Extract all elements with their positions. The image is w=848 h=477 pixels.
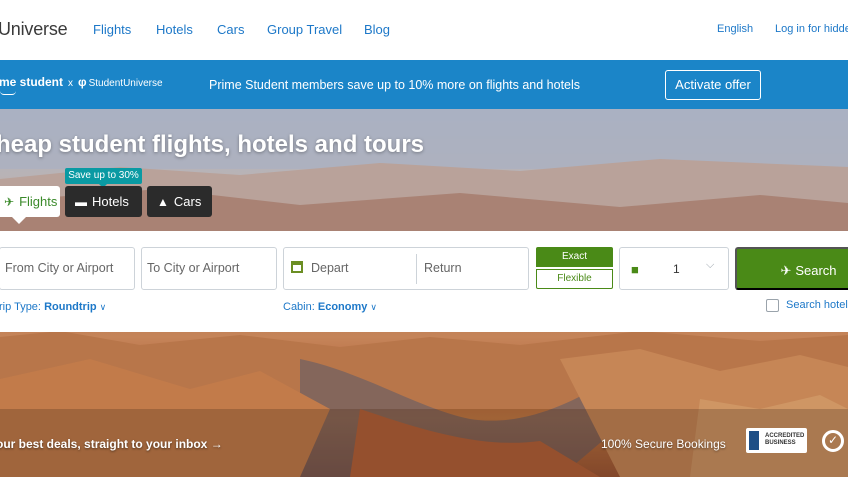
depart-input[interactable]: Depart — [311, 261, 349, 275]
search-button[interactable]: ✈ Search — [735, 247, 848, 290]
tab-flights-label: Flights — [19, 194, 58, 209]
deals-signup-link[interactable]: our best deals, straight to your inbox → — [0, 437, 223, 451]
nav-flights[interactable]: Flights — [93, 22, 131, 37]
prime-promo-banner: me student x φ StudentUniverse Prime Studen… — [0, 60, 848, 109]
trip-type-label: rip Type: — [0, 301, 41, 313]
site-logo[interactable]: Universe — [0, 19, 68, 40]
bolt-icon: φ — [78, 75, 87, 89]
passenger-count: 1 — [673, 262, 680, 276]
studentuniverse-logo: φ StudentUniverse — [78, 75, 163, 89]
return-input[interactable]: Return — [424, 248, 462, 289]
bbb-torch-icon — [749, 431, 759, 450]
save-badge: Save up to 30% — [65, 168, 142, 188]
norton-secured-icon[interactable] — [822, 430, 844, 452]
flight-search-panel: From City or Airport To City or Airport … — [0, 231, 848, 332]
bbb-label: ACCREDITED BUSINESS — [765, 433, 805, 446]
person-icon: ■ — [631, 262, 639, 277]
activate-offer-button[interactable]: Activate offer — [665, 70, 761, 100]
prime-smile-icon — [0, 91, 16, 95]
bbb-accredited-badge[interactable]: ACCREDITED BUSINESS — [746, 428, 807, 453]
login-link[interactable]: Log in for hidde — [775, 23, 848, 35]
tab-hotels[interactable]: ▬ Hotels — [65, 186, 142, 217]
trip-type-dropdown[interactable]: rip Type: Roundtrip ∨ — [0, 301, 106, 313]
trip-type-value: Roundtrip — [44, 301, 97, 313]
passenger-selector[interactable]: ■ 1 ⌵ — [619, 247, 729, 290]
nav-blog[interactable]: Blog — [364, 22, 390, 37]
exact-dates-toggle[interactable]: Exact — [536, 247, 613, 267]
top-navigation: Universe Flights Hotels Cars Group Trave… — [0, 0, 848, 60]
logo-separator: x — [68, 78, 74, 89]
chevron-down-icon: ⌵ — [706, 259, 715, 271]
calendar-icon — [291, 261, 303, 273]
promo-message: Prime Student members save up to 10% mor… — [209, 78, 581, 92]
search-hotels-checkbox[interactable] — [766, 299, 779, 312]
car-icon: ▲ — [157, 195, 169, 209]
prime-logo-text: me student — [0, 75, 64, 89]
hero-headline: heap student flights, hotels and tours — [0, 131, 425, 158]
flexible-dates-toggle[interactable]: Flexible — [536, 269, 613, 289]
plane-icon: ✈ — [4, 195, 15, 209]
cabin-label: Cabin: — [283, 301, 315, 313]
chevron-down-icon: ∨ — [370, 302, 377, 312]
arrow-right-icon: → — [210, 437, 223, 451]
plane-icon: ✈ — [780, 263, 792, 278]
tab-flights[interactable]: ✈ Flights — [0, 186, 60, 224]
cabin-value: Economy — [317, 301, 368, 313]
secure-bookings-text: 100% Secure Bookings — [601, 437, 726, 451]
nav-group-travel[interactable]: Group Travel — [267, 22, 342, 37]
nav-cars[interactable]: Cars — [217, 22, 244, 37]
cabin-dropdown[interactable]: Cabin: Economy ∨ — [283, 301, 377, 313]
language-selector[interactable]: English — [717, 23, 753, 35]
tab-cars[interactable]: ▲ Cars — [147, 186, 212, 217]
prime-student-logo: me student x φ StudentUniverse — [0, 75, 163, 89]
from-input[interactable]: From City or Airport — [0, 247, 135, 290]
search-hotels-label[interactable]: Search hotels — [786, 299, 848, 311]
tab-hotels-label: Hotels — [92, 194, 129, 209]
nav-hotels[interactable]: Hotels — [156, 22, 193, 37]
date-divider — [416, 254, 417, 284]
dates-field[interactable]: Depart Return — [283, 247, 529, 290]
partner-logo-text: StudentUniverse — [88, 78, 163, 89]
to-input[interactable]: To City or Airport — [141, 247, 277, 290]
deals-text: our best deals, straight to your inbox — [0, 437, 208, 451]
chevron-down-icon: ∨ — [99, 302, 107, 312]
bed-icon: ▬ — [75, 195, 87, 209]
tab-cars-label: Cars — [173, 194, 202, 209]
search-button-label: Search — [795, 263, 837, 278]
